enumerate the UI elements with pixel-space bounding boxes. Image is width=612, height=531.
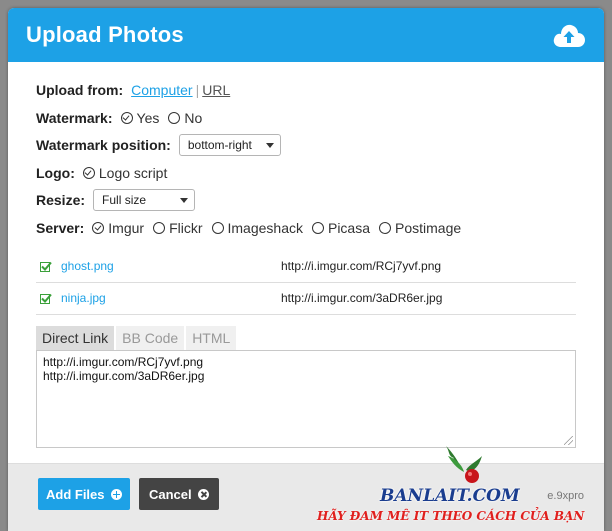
watermark-yes-radio[interactable]: Yes [120,109,160,126]
radio-checked-icon [82,166,95,179]
list-item: ghost.png http://i.imgur.com/RCj7yvf.png [36,251,576,283]
add-files-label: Add Files [46,486,105,502]
watermark-slogan-text: HÃY ĐAM MÊ IT THEO CÁCH CỦA BẠN [317,509,585,523]
credit-text: e.9xpro [547,490,584,502]
output-tabs: Direct Link BB Code HTML [36,325,576,350]
file-url: http://i.imgur.com/RCj7yvf.png [281,259,442,273]
cancel-label: Cancel [149,486,192,502]
file-name-link[interactable]: ghost.png [61,259,281,273]
list-item: ninja.jpg http://i.imgur.com/3aDR6er.jpg [36,283,576,315]
radio-unchecked-icon [379,221,392,234]
server-imageshack-label: Imageshack [227,219,303,236]
server-postimage-label: Postimage [395,219,462,236]
resize-handle-icon[interactable] [564,435,573,445]
resize-select[interactable]: Full size [93,189,196,212]
radio-checked-icon [92,221,105,234]
resize-value: Full size [102,193,147,208]
holly-decoration-icon [446,446,482,483]
computer-link[interactable]: Computer [131,82,192,98]
server-row: Server: Imgur Flickr Imageshack Picasa P… [36,214,576,242]
cloud-upload-icon[interactable] [552,21,586,49]
dialog-title: Upload Photos [26,22,184,47]
cancel-button[interactable]: Cancel [139,478,219,510]
watermark-position-row: Watermark position: bottom-right [36,132,576,160]
server-flickr-label: Flickr [169,219,203,236]
upload-dialog: Upload Photos Upload from: Computer | UR… [8,8,604,531]
watermark-position-value: bottom-right [187,138,252,153]
watermark-no-label: No [184,109,203,126]
server-imgur-label: Imgur [108,219,145,236]
dialog-header: Upload Photos [8,8,604,62]
radio-unchecked-icon [211,221,224,234]
tab-direct-link[interactable]: Direct Link [36,325,115,350]
watermark-no-radio[interactable]: No [168,110,202,126]
server-picasa-radio[interactable]: Picasa [311,219,371,236]
resize-label: Resize: [36,192,86,209]
close-circle-icon [197,488,209,500]
dialog-body: Upload from: Computer | URL Watermark: Y… [8,62,604,448]
server-postimage-radio[interactable]: Postimage [379,220,461,236]
check-icon [40,293,52,304]
file-url: http://i.imgur.com/3aDR6er.jpg [281,291,443,305]
server-label: Server: [36,219,85,236]
upload-from-label: Upload from: [36,82,124,98]
server-imageshack-radio[interactable]: Imageshack [211,219,303,236]
chevron-down-icon [180,197,189,203]
watermark-position-select[interactable]: bottom-right [178,134,281,157]
check-icon [40,261,52,272]
logo-script-label: Logo script [98,164,168,181]
link-separator: | [195,82,200,98]
server-picasa-label: Picasa [327,219,371,236]
file-name-link[interactable]: ninja.jpg [61,291,281,305]
output-textarea[interactable]: http://i.imgur.com/RCj7yvf.png http://i.… [36,349,576,448]
uploaded-file-list: ghost.png http://i.imgur.com/RCj7yvf.png… [36,251,576,315]
server-flickr-radio[interactable]: Flickr [153,219,203,236]
dialog-footer: Add Files Cancel e.9xpro BANLAIT.COM HÃY… [8,446,604,531]
radio-checked-icon [120,111,133,124]
radio-unchecked-icon [153,221,166,234]
watermark-yes-label: Yes [136,109,160,126]
logo-label: Logo: [36,164,75,181]
watermark-position-label: Watermark position: [36,137,171,154]
watermark-row: Watermark: Yes No [36,104,576,132]
logo-script-radio[interactable]: Logo script [82,164,168,181]
logo-row: Logo: Logo script [36,159,576,187]
tab-html[interactable]: HTML [186,325,237,350]
upload-from-row: Upload from: Computer | URL [36,76,576,104]
add-files-button[interactable]: Add Files [38,478,130,510]
output-text: http://i.imgur.com/RCj7yvf.png http://i.… [43,354,205,383]
watermark-label: Watermark: [36,109,113,126]
server-imgur-radio[interactable]: Imgur [92,220,144,236]
watermark-site-text: BANLAIT.COM [380,486,520,506]
radio-unchecked-icon [311,221,324,234]
plus-circle-icon [110,488,122,500]
url-link[interactable]: URL [202,82,230,98]
chevron-down-icon [265,142,274,148]
tab-bb-code[interactable]: BB Code [116,325,185,350]
resize-row: Resize: Full size [36,187,576,215]
radio-unchecked-icon [168,111,181,124]
